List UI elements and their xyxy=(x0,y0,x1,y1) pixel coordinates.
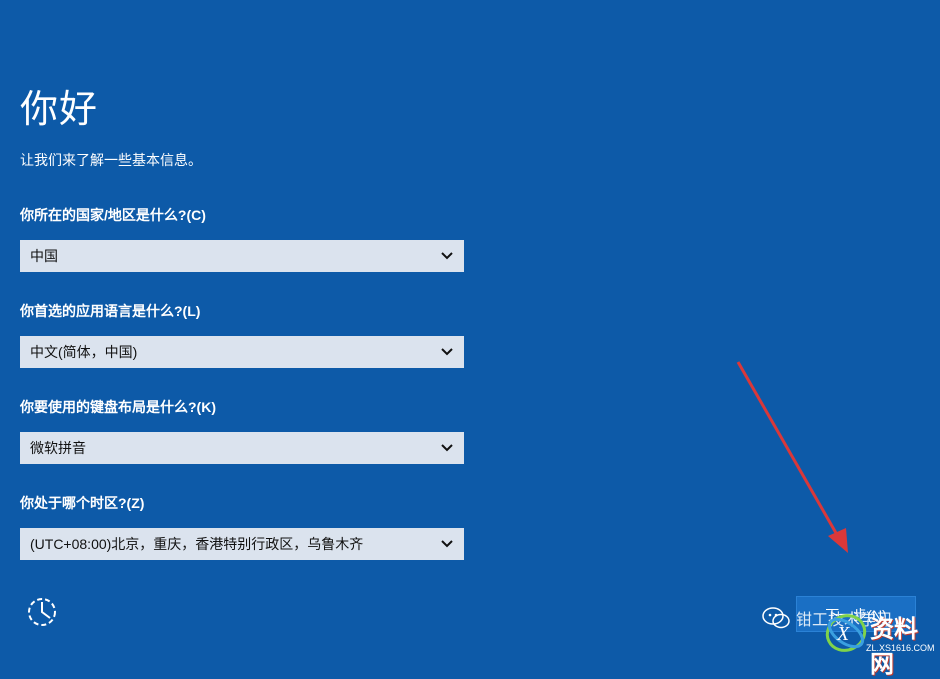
chevron-down-icon xyxy=(440,336,454,368)
timezone-value: (UTC+08:00)北京，重庆，香港特别行政区，乌鲁木齐 xyxy=(30,536,364,552)
language-label: 你首选的应用语言是什么?(L) xyxy=(20,303,201,319)
country-select[interactable]: 中国 xyxy=(20,240,464,272)
page-title: 你好 xyxy=(20,89,99,131)
language-value: 中文(简体，中国) xyxy=(30,344,138,360)
chevron-down-icon xyxy=(440,432,454,464)
country-label: 你所在的国家/地区是什么?(C) xyxy=(20,207,206,223)
logo-mark-icon: X xyxy=(825,614,867,652)
keyboard-value: 微软拼音 xyxy=(30,440,86,456)
page-subtitle: 让我们来了解一些基本信息。 xyxy=(20,152,202,168)
timezone-label: 你处于哪个时区?(Z) xyxy=(20,495,145,511)
ease-of-access-icon[interactable] xyxy=(24,594,60,630)
wechat-icon xyxy=(762,607,790,629)
timezone-select[interactable]: (UTC+08:00)北京，重庆，香港特别行政区，乌鲁木齐 xyxy=(20,528,464,560)
keyboard-label: 你要使用的键盘布局是什么?(K) xyxy=(20,399,216,415)
logo-url: ZL.XS1616.COM xyxy=(866,643,935,653)
chevron-down-icon xyxy=(440,240,454,272)
site-logo: X 资料网 ZL.XS1616.COM xyxy=(824,605,935,678)
red-arrow-annotation xyxy=(736,361,848,553)
language-select[interactable]: 中文(简体，中国) xyxy=(20,336,464,368)
svg-text:X: X xyxy=(836,623,850,645)
chevron-down-icon xyxy=(440,528,454,560)
country-value: 中国 xyxy=(30,248,58,264)
keyboard-select[interactable]: 微软拼音 xyxy=(20,432,464,464)
